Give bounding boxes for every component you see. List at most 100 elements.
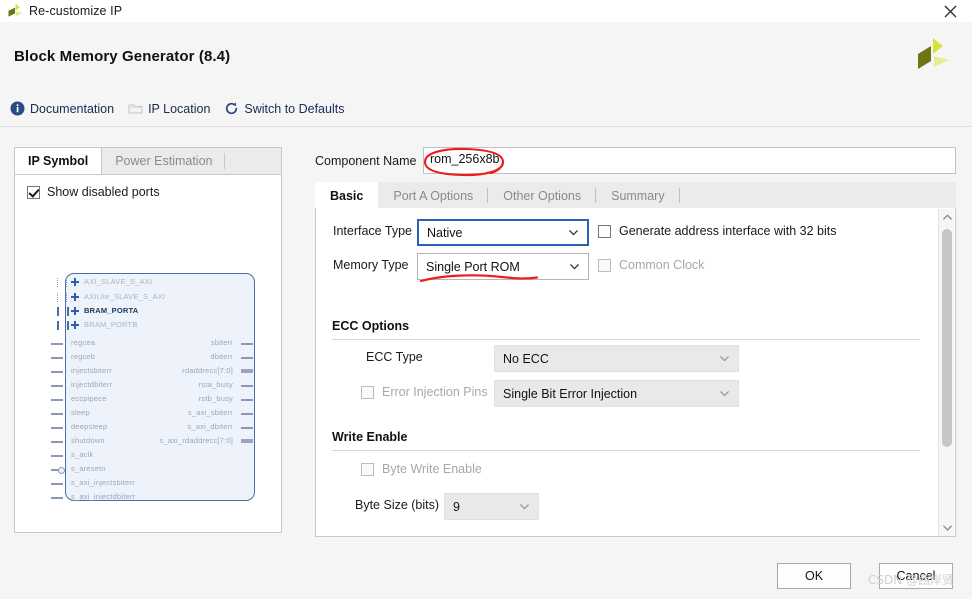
port-s-axi-injectdbiterr: s_axi_injectdbiterr [71, 492, 136, 501]
memory-type-label-wrap: Memory Type [333, 258, 409, 272]
switch-to-defaults-button[interactable]: Switch to Defaults [224, 101, 344, 116]
bus-stub [57, 278, 67, 287]
tab-summary[interactable]: Summary [596, 182, 681, 209]
tab-port-a-options[interactable]: Port A Options [378, 182, 489, 209]
port-sleep: sleep [71, 408, 90, 417]
pin-stub [51, 385, 63, 387]
expand-icon[interactable] [71, 292, 79, 301]
port-rdaddrecc: rdaddrecc[7:0] [182, 366, 233, 375]
pin-stub [241, 413, 253, 415]
ok-button-label: OK [804, 569, 824, 583]
tab-other-options[interactable]: Other Options [488, 182, 596, 209]
xilinx-logo-icon [910, 35, 952, 77]
dialog-body: IP Symbol Power Estimation Show disabled… [0, 127, 972, 544]
left-tab-bar: IP Symbol Power Estimation [15, 148, 281, 175]
checkbox-box [27, 185, 40, 199]
vertical-scrollbar[interactable] [938, 209, 954, 536]
byte-size-select[interactable]: 9 [444, 493, 539, 520]
chevron-up-icon[interactable] [939, 209, 955, 225]
pin-stub [241, 427, 253, 429]
bus-stub [57, 293, 67, 302]
generate-address-interface-label: Generate address interface with 32 bits [619, 224, 837, 238]
tab-summary-label: Summary [611, 188, 665, 203]
pin-stub [241, 385, 253, 387]
byte-size-value: 9 [453, 499, 460, 514]
scrollbar-thumb[interactable] [942, 229, 952, 447]
port-s-axi-sbiterr: s_axi_sbiterr [187, 408, 233, 417]
pin-stub [51, 497, 63, 499]
checkbox-box [361, 385, 374, 399]
interface-type-select[interactable]: Native [417, 219, 589, 246]
memory-type-label: Memory Type [333, 258, 409, 272]
cancel-button-label: Cancel [896, 569, 936, 583]
common-clock-checkbox[interactable]: Common Clock [598, 258, 704, 272]
dialog-footer: OK Cancel [0, 544, 972, 599]
cancel-button[interactable]: Cancel [879, 563, 953, 589]
show-disabled-ports-label: Show disabled ports [47, 185, 160, 199]
ecc-options-divider [332, 339, 920, 340]
interface-bram-portb[interactable]: BRAM_PORTB [71, 320, 138, 329]
interface-bram-porta[interactable]: BRAM_PORTA [71, 306, 138, 315]
interface-type-value: Native [427, 225, 463, 240]
expand-icon[interactable] [71, 320, 79, 329]
pin-stub-bus [241, 369, 253, 373]
chevron-down-icon[interactable] [939, 520, 955, 536]
ecc-options-title: ECC Options [332, 319, 410, 333]
port-dbiterr: dbiterr [210, 352, 233, 361]
error-injection-type-select[interactable]: Single Bit Error Injection [494, 380, 739, 407]
byte-write-enable-label: Byte Write Enable [382, 462, 482, 476]
ecc-type-label: ECC Type [366, 350, 423, 364]
write-enable-title: Write Enable [332, 430, 408, 444]
tab-ip-symbol[interactable]: IP Symbol [15, 148, 103, 174]
port-regceb: regceb [71, 352, 96, 361]
interface-type-label-wrap: Interface Type [333, 224, 412, 238]
write-enable-divider [332, 450, 920, 451]
port-injectsbiterr: injectsbiterr [71, 366, 112, 375]
close-icon[interactable] [928, 0, 972, 22]
basic-tab-panel: Interface Type Native Generate address i… [315, 208, 956, 537]
pin-stub-bus [241, 439, 253, 443]
component-name-label: Component Name [315, 154, 417, 168]
ip-location-button[interactable]: IP Location [128, 101, 210, 116]
re-customize-ip-dialog: Re-customize IP Block Memory Generator (… [0, 0, 972, 599]
interface-axi-slave[interactable]: AXI_SLAVE_S_AXI [71, 277, 152, 286]
expand-icon[interactable] [71, 306, 79, 315]
pin-stub [241, 357, 253, 359]
generate-address-interface-checkbox[interactable]: Generate address interface with 32 bits [598, 224, 836, 238]
checkbox-box [361, 462, 374, 476]
expand-icon[interactable] [71, 277, 79, 286]
tab-power-estimation[interactable]: Power Estimation [102, 148, 226, 174]
pin-stub [51, 455, 63, 457]
pin-stub [51, 427, 63, 429]
ecc-type-select[interactable]: No ECC [494, 345, 739, 372]
error-injection-pins-checkbox[interactable]: Error Injection Pins [361, 385, 488, 399]
byte-write-enable-checkbox[interactable]: Byte Write Enable [361, 462, 482, 476]
chevron-down-icon [570, 263, 579, 270]
tab-basic[interactable]: Basic [315, 182, 379, 209]
ecc-type-label-wrap: ECC Type [366, 350, 423, 364]
ip-config-panel: Component Name rom_256x8b Basic Port A O… [313, 127, 958, 537]
ip-symbol-panel: IP Symbol Power Estimation Show disabled… [14, 147, 282, 533]
ok-button[interactable]: OK [777, 563, 851, 589]
component-name-input[interactable]: rom_256x8b [423, 147, 956, 174]
pin-stub [51, 371, 63, 373]
checkbox-box [598, 224, 611, 238]
memory-type-select[interactable]: Single Port ROM [417, 253, 589, 280]
ip-symbol-diagram: AXI_SLAVE_S_AXI AXILite_SLAVE_S_AXI BRAM… [49, 273, 255, 501]
config-tab-bar: Basic Port A Options Other Options Summa… [315, 182, 956, 210]
ip-location-label: IP Location [148, 101, 211, 116]
interface-axilite-slave[interactable]: AXILite_SLAVE_S_AXI [71, 292, 165, 301]
inverted-pin-bubble-icon [58, 467, 65, 474]
info-icon [10, 101, 25, 116]
tab-port-a-options-label: Port A Options [393, 188, 474, 203]
window-title: Re-customize IP [29, 4, 123, 18]
pin-stub [51, 483, 63, 485]
chevron-down-icon [720, 355, 729, 362]
pin-stub [241, 343, 253, 345]
show-disabled-ports-checkbox[interactable]: Show disabled ports [27, 185, 160, 199]
dialog-header: Block Memory Generator (8.4) Documentati… [0, 22, 972, 127]
interface-label: AXI_SLAVE_S_AXI [84, 277, 153, 286]
tab-other-options-label: Other Options [503, 188, 582, 203]
documentation-button[interactable]: Documentation [10, 101, 114, 116]
port-eccpipece: eccpipece [71, 394, 107, 403]
